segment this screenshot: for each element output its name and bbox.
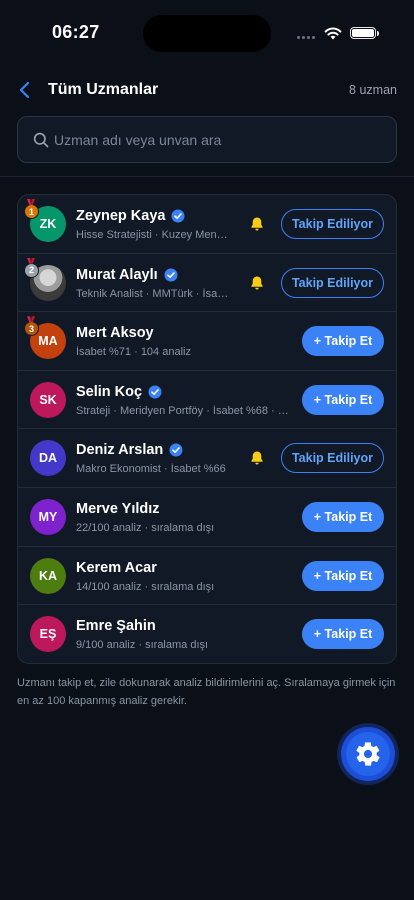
wifi-icon — [324, 27, 342, 40]
avatar[interactable]: KA — [30, 557, 66, 594]
verified-badge-icon — [148, 385, 162, 399]
rank-medal-icon: 2 — [24, 262, 39, 278]
expert-subtitle: 14/100 analiz · sıralama dışı — [76, 580, 215, 593]
expert-name[interactable]: Mert Aksoy — [76, 325, 154, 341]
dynamic-island — [143, 15, 271, 52]
expert-row[interactable]: DA Deniz Arslan Makro Ekonomist · İsabet %… — [18, 429, 396, 488]
expert-subtitle: İsabet %71 · 104 analiz — [76, 346, 191, 359]
gear-icon — [356, 742, 380, 766]
bell-icon[interactable] — [249, 450, 265, 466]
expert-name[interactable]: Merve Yıldız — [76, 501, 160, 517]
expert-subtitle: Makro Ekonomist · İsabet %66 — [76, 463, 226, 476]
rank-medal-icon: 1 — [24, 204, 39, 219]
avatar-initials: MY — [38, 509, 58, 524]
follow-button[interactable]: + Takip Et — [302, 619, 384, 650]
battery-icon — [350, 27, 376, 39]
expert-row[interactable]: EŞ Emre Şahin 9/100 analiz · sıralama dışı… — [18, 605, 396, 663]
chevron-left-icon[interactable] — [14, 78, 36, 102]
expert-name[interactable]: Murat Alaylı — [76, 267, 158, 283]
page-title: Tüm Uzmanlar — [48, 81, 159, 98]
expert-row[interactable]: ZK 1 Zeynep Kaya Hisse Stratejisti · Kuzey … — [18, 195, 396, 254]
search-bar[interactable] — [17, 116, 397, 163]
avatar-initials: SK — [39, 392, 57, 407]
expert-subtitle: Strateji · Meridyen Portföy · İsabet %68… — [76, 404, 292, 417]
divider — [0, 176, 414, 177]
expert-name[interactable]: Selin Koç — [76, 384, 142, 400]
verified-badge-icon — [169, 443, 183, 457]
follow-button[interactable]: + Takip Et — [302, 326, 384, 357]
expert-name[interactable]: Deniz Arslan — [76, 442, 163, 458]
expert-row[interactable]: SK Selin Koç Strateji · Meridyen Portföy ·… — [18, 371, 396, 430]
avatar-initials: KA — [38, 568, 58, 583]
follow-button[interactable]: + Takip Et — [302, 501, 384, 532]
search-input[interactable] — [54, 117, 384, 162]
expert-name[interactable]: Kerem Acar — [76, 560, 157, 576]
expert-row[interactable]: MY Merve Yıldız 22/100 analiz · sıralama d… — [18, 488, 396, 547]
avatar-initials: EŞ — [39, 627, 57, 642]
avatar[interactable]: MY — [30, 498, 66, 535]
following-button[interactable]: Takip Ediliyor — [281, 209, 384, 239]
search-icon — [33, 132, 49, 148]
avatar[interactable]: SK — [30, 381, 66, 418]
expert-name[interactable]: Zeynep Kaya — [76, 208, 165, 224]
avatar-initials: ZK — [39, 217, 57, 231]
expert-list: ZK 1 Zeynep Kaya Hisse Stratejisti · Kuzey … — [17, 194, 397, 664]
expert-row[interactable]: 2 Murat Alaylı Teknik Analist · MMTürk · İ… — [18, 254, 396, 313]
follow-button[interactable]: + Takip Et — [302, 560, 384, 591]
expert-subtitle: Hisse Stratejisti · Kuzey Menkul Değerle… — [76, 229, 232, 241]
settings-fab-button[interactable] — [341, 727, 395, 781]
avatar-initials: DA — [38, 451, 58, 466]
expert-name[interactable]: Emre Şahin — [76, 618, 156, 634]
following-button[interactable]: Takip Ediliyor — [281, 267, 384, 298]
bell-icon[interactable] — [249, 275, 265, 291]
expert-subtitle: 9/100 analiz · sıralama dışı — [76, 639, 209, 652]
avatar-initials: MA — [38, 334, 58, 349]
status-bar: 06:27 — [0, 0, 414, 66]
avatar[interactable]: DA — [30, 440, 66, 477]
verified-badge-icon — [164, 268, 178, 282]
expert-row[interactable]: MA 3 Mert Aksoy İsabet %71 · 104 analiz + Ta… — [18, 312, 396, 371]
avatar[interactable]: EŞ — [30, 616, 66, 653]
footer-note: Uzmanı takip et, zile dokunarak analiz b… — [17, 677, 396, 707]
expert-subtitle: Teknik Analist · MMTürk · İsabet — [76, 287, 232, 300]
verified-badge-icon — [171, 209, 185, 223]
expert-row[interactable]: KA Kerem Acar 14/100 analiz · sıralama dış… — [18, 547, 396, 606]
status-time: 06:27 — [52, 22, 100, 42]
following-button[interactable]: Takip Ediliyor — [281, 443, 384, 474]
cellular-signal-icon — [297, 36, 315, 39]
expert-subtitle: 22/100 analiz · sıralama dışı — [76, 521, 215, 534]
header: Tüm Uzmanlar 8 uzman — [0, 72, 414, 108]
follow-button[interactable]: + Takip Et — [302, 384, 384, 415]
bell-icon[interactable] — [249, 216, 265, 232]
expert-count: 8 uzman — [349, 83, 397, 97]
